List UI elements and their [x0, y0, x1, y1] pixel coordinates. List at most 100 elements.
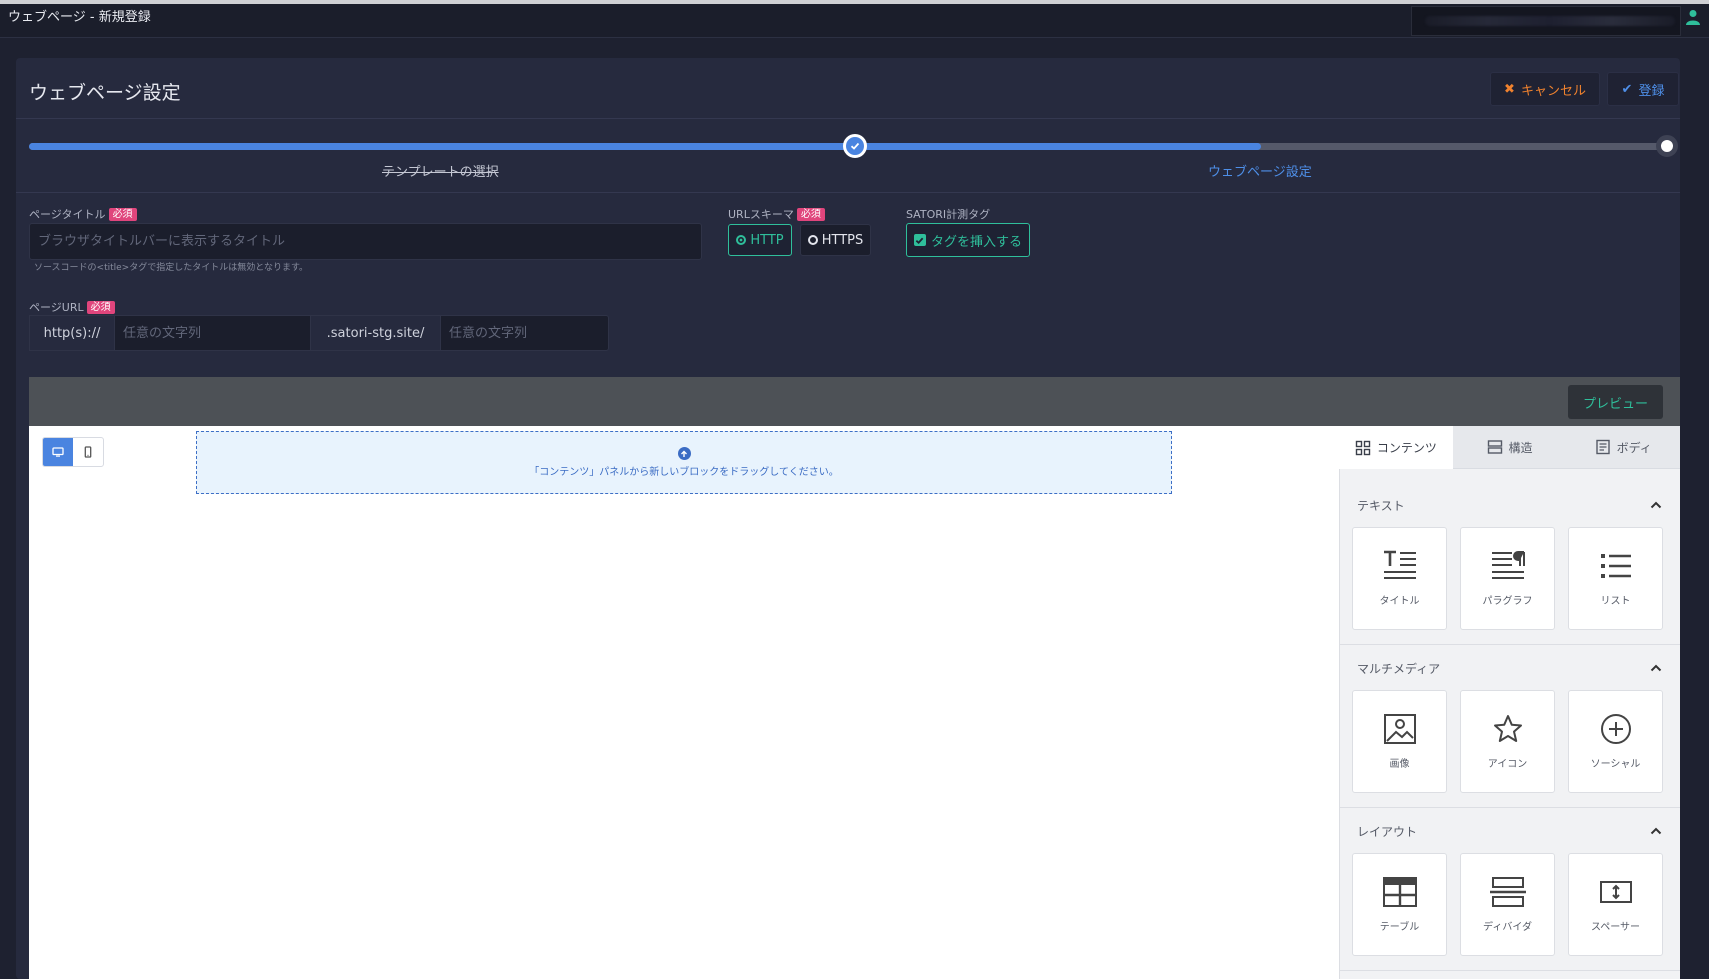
rows-icon [1487, 440, 1502, 454]
register-button-label: 登録 [1638, 83, 1665, 99]
block-image[interactable]: 画像 [1352, 690, 1447, 793]
https-radio[interactable]: HTTPS [800, 224, 871, 256]
page-url-input-group: http(s):// .satori-stg.site/ [29, 315, 609, 351]
list-icon [1600, 554, 1631, 578]
table-icon [1382, 877, 1417, 907]
required-badge: 必須 [108, 207, 137, 221]
url-scheme-label-text: URLスキーマ [728, 208, 794, 221]
page-title-help-text: ソースコードの<title>タグで指定したタイトルは無効となります。 [34, 263, 309, 273]
insert-tag-checkbox[interactable]: タグを挿入する [906, 223, 1030, 257]
section-title-multimedia: マルチメディア [1357, 661, 1441, 676]
tab-content-label: コンテンツ [1376, 441, 1437, 455]
window-title: ウェブページ - 新規登録 [8, 10, 151, 25]
checkbox-checked-icon [913, 234, 926, 246]
spacer-icon [1599, 881, 1632, 903]
chevron-up-icon[interactable] [1650, 827, 1662, 835]
block-icon-label: アイコン [1487, 759, 1528, 770]
tab-body[interactable]: ボディ [1566, 426, 1681, 469]
stepper-progress-fill [29, 143, 1261, 150]
paragraph-icon [1491, 551, 1525, 579]
block-table-label: テーブル [1379, 922, 1420, 933]
image-icon [1383, 714, 1416, 744]
stepper-divider [16, 192, 1680, 193]
radio-unselected-icon [807, 235, 818, 245]
http-radio[interactable]: HTTP [728, 224, 792, 256]
block-image-label: 画像 [1389, 759, 1410, 770]
device-toggle [42, 437, 104, 467]
block-spacer[interactable]: スペーサー [1568, 853, 1663, 956]
block-social-label: ソーシャル [1590, 759, 1641, 770]
step-completed-marker[interactable] [843, 134, 867, 158]
user-account-name-redacted [1425, 16, 1675, 26]
tab-structure[interactable]: 構造 [1452, 426, 1567, 469]
page-url-label-text: ページURL [29, 301, 84, 314]
block-title-label: タイトル [1379, 596, 1420, 607]
page-title: ウェブページ設定 [29, 82, 181, 104]
section-header-layout[interactable]: レイアウト [1339, 813, 1680, 849]
section-divider [1339, 807, 1680, 808]
cancel-button[interactable]: ✖ キャンセル [1490, 72, 1600, 106]
register-button[interactable]: ✔ 登録 [1607, 72, 1679, 106]
grid-icon [1355, 440, 1371, 455]
page-title-label-text: ページタイトル [29, 208, 106, 221]
preview-button[interactable]: プレビュー [1568, 385, 1663, 419]
star-icon [1493, 715, 1522, 742]
dropzone-instruction: 「コンテンツ」パネルから新しいブロックをドラッグしてください。 [529, 467, 839, 478]
section-header-multimedia[interactable]: マルチメディア [1339, 650, 1680, 686]
section-title-layout: レイアウト [1357, 824, 1418, 839]
url-subdomain-input[interactable] [114, 315, 311, 351]
block-paragraph-label: パラグラフ [1482, 596, 1533, 607]
page-url-field-label: ページURL 必須 [29, 299, 115, 315]
block-divider-label: ディバイダ [1483, 922, 1532, 933]
page-title-field-label: ページタイトル 必須 [29, 206, 137, 222]
checkmark-icon [850, 142, 860, 150]
block-icon[interactable]: アイコン [1460, 690, 1555, 793]
step-label-template-select[interactable]: テンプレートの選択 [382, 161, 499, 180]
user-icon[interactable] [1686, 9, 1700, 25]
block-dropzone[interactable]: 「コンテンツ」パネルから新しいブロックをドラッグしてください。 [196, 431, 1172, 494]
block-title[interactable]: タイトル [1352, 527, 1447, 630]
section-title-text: テキスト [1357, 498, 1405, 513]
chevron-up-icon[interactable] [1650, 664, 1662, 672]
cancel-button-label: キャンセル [1520, 83, 1586, 99]
close-icon: ✖ [1504, 81, 1515, 97]
chevron-up-icon[interactable] [1650, 501, 1662, 509]
sidebar-tabs: コンテンツ 構造 ボディ [1339, 426, 1681, 469]
url-scheme-field-label: URLスキーマ 必須 [728, 206, 825, 222]
document-icon [1595, 439, 1610, 455]
tab-content[interactable]: コンテンツ [1339, 426, 1453, 469]
url-domain: .satori-stg.site/ [311, 315, 440, 351]
url-path-input[interactable] [440, 315, 609, 351]
required-badge: 必須 [796, 207, 825, 221]
desktop-icon [52, 447, 64, 457]
section-divider [1339, 970, 1680, 971]
editor-toolbar [29, 377, 1680, 426]
editor-canvas[interactable] [29, 426, 1339, 979]
check-icon: ✔ [1621, 81, 1633, 97]
tab-structure-label: 構造 [1508, 440, 1533, 455]
block-social[interactable]: ソーシャル [1568, 690, 1663, 793]
upload-arrow-icon [677, 447, 691, 460]
tab-body-label: ボディ [1616, 440, 1652, 455]
divider-icon [1489, 877, 1526, 907]
mobile-icon [84, 446, 92, 458]
https-radio-label: HTTPS [821, 232, 864, 248]
satori-tag-label: SATORI計測タグ [906, 208, 991, 221]
plus-circle-icon [1600, 714, 1631, 744]
block-table[interactable]: テーブル [1352, 853, 1447, 956]
page-title-input[interactable] [29, 223, 702, 260]
mobile-view-button[interactable] [73, 438, 103, 466]
section-divider [1339, 644, 1680, 645]
block-divider[interactable]: ディバイダ [1460, 853, 1555, 956]
title-icon [1383, 550, 1416, 579]
section-header-text[interactable]: テキスト [1339, 487, 1680, 523]
http-radio-label: HTTP [750, 232, 784, 248]
block-paragraph[interactable]: パラグラフ [1460, 527, 1555, 630]
insert-tag-label: タグを挿入する [930, 234, 1022, 250]
url-prefix: http(s):// [29, 315, 114, 351]
desktop-view-button[interactable] [43, 438, 73, 466]
block-list-label: リスト [1600, 596, 1631, 607]
block-list[interactable]: リスト [1568, 527, 1663, 630]
block-spacer-label: スペーサー [1590, 922, 1641, 933]
radio-selected-icon [736, 235, 747, 245]
